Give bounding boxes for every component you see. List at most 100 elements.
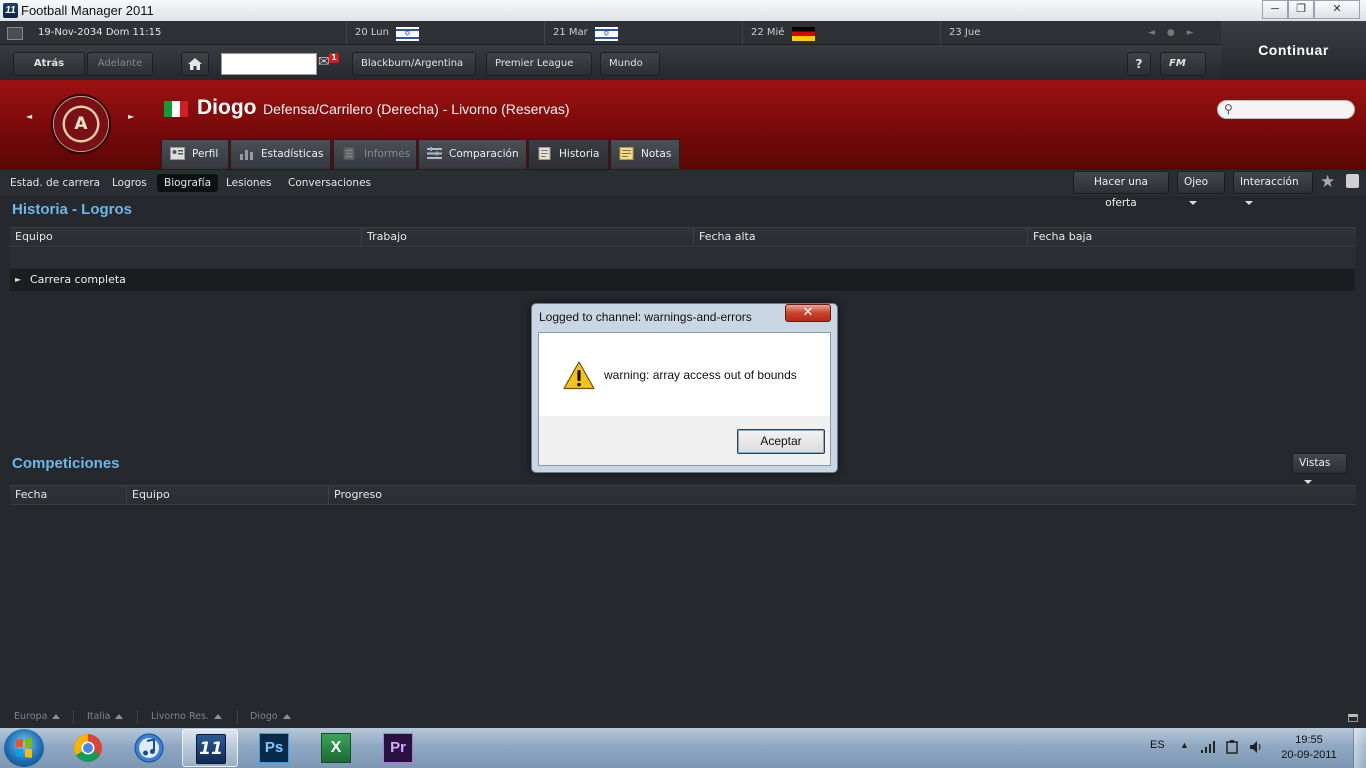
column-header[interactable]: Fecha (10, 486, 47, 505)
tab-label: Perfil (192, 148, 219, 160)
tab-label: Comparación (449, 148, 519, 160)
compare-icon (427, 147, 442, 159)
expand-triangle-icon[interactable]: ► (15, 269, 21, 291)
photoshop-icon: Ps (259, 733, 289, 763)
inbox-count-badge: 1 (329, 53, 339, 63)
date-day-1[interactable]: 20 Lun (346, 21, 544, 45)
breadcrumb-europe[interactable]: Europa (14, 711, 61, 722)
network-icon[interactable] (1200, 740, 1216, 754)
column-header[interactable]: Equipo (10, 228, 53, 247)
taskbar-premiere[interactable]: Pr (370, 729, 426, 767)
taskbar-excel[interactable]: X (308, 729, 364, 767)
window-mode-icon[interactable] (1348, 714, 1358, 722)
taskbar-chrome[interactable] (60, 729, 116, 767)
column-header[interactable]: Fecha baja (1027, 228, 1092, 247)
scout-menu[interactable]: Ojeo (1177, 171, 1225, 205)
dialog-ok-button[interactable]: Aceptar (737, 429, 825, 454)
date-day-label: 20 Lun (355, 27, 389, 38)
quick-search-input[interactable] (221, 53, 317, 75)
views-menu[interactable]: Vistas (1292, 453, 1347, 484)
subnav-career-stats[interactable]: Estad. de carrera (3, 174, 107, 192)
home-button[interactable] (181, 52, 209, 76)
window-titlebar: 11 Football Manager 2011 ─ ❐ ✕ (0, 0, 1366, 21)
league-menu[interactable]: Premier League (486, 52, 592, 87)
maximize-button[interactable]: ❐ (1288, 0, 1314, 19)
israel-flag-icon: ✡ (595, 27, 618, 41)
volume-icon[interactable] (1248, 739, 1264, 755)
show-desktop-button[interactable] (1353, 728, 1366, 768)
dialog-close-button[interactable]: ✕ (785, 304, 831, 322)
club-crest[interactable]: A (51, 94, 111, 154)
tab-notas[interactable]: Notas (610, 139, 680, 169)
tab-estadisticas[interactable]: Estadísticas (230, 139, 331, 169)
start-button[interactable] (4, 729, 44, 767)
world-menu-label: Mundo (609, 58, 643, 69)
next-player-icon[interactable]: ► (128, 112, 134, 121)
career-group-label: Carrera completa (30, 273, 126, 286)
tab-informes[interactable]: Informes (333, 139, 417, 169)
app-icon: 11 (3, 3, 18, 18)
interaction-menu-label: Interacción (1240, 176, 1299, 188)
continue-button[interactable]: Continuar (1221, 21, 1366, 80)
stats-icon (240, 150, 253, 160)
window-title: Football Manager 2011 (21, 3, 154, 18)
excel-icon: X (321, 733, 351, 763)
column-header[interactable]: Equipo (126, 486, 170, 505)
calendar-icon[interactable] (7, 27, 23, 40)
forward-button[interactable]: Adelante (87, 52, 153, 76)
taskbar-football-manager[interactable]: 11 (182, 729, 238, 767)
date-day-3[interactable]: 22 Mié (742, 21, 940, 45)
star-icon[interactable]: ★ (1320, 172, 1335, 192)
date-day-2[interactable]: 21 Mar (544, 21, 742, 45)
warning-icon (563, 361, 595, 390)
tab-label: Estadísticas (261, 148, 324, 160)
club-menu[interactable]: Blackburn/Argentina (352, 52, 476, 87)
tab-comparacion[interactable]: Comparación (418, 139, 527, 169)
fm-app-icon: 11 (196, 734, 226, 764)
taskbar-clock[interactable]: 19:55 20-09-2011 (1278, 733, 1340, 763)
language-indicator[interactable]: ES (1150, 739, 1165, 751)
make-offer-button[interactable]: Hacer una oferta (1073, 171, 1169, 209)
fm-menu-label: FM (1169, 58, 1186, 69)
taskbar-itunes[interactable] (121, 729, 177, 767)
power-icon[interactable] (1224, 739, 1240, 755)
clock-time: 19:55 (1295, 734, 1323, 746)
tab-historia[interactable]: Historia (528, 139, 609, 169)
clock-date: 20-09-2011 (1281, 749, 1337, 761)
search-icon: ⚲ (1224, 102, 1233, 116)
minimize-button[interactable]: ─ (1262, 0, 1288, 19)
world-menu[interactable]: Mundo (600, 52, 660, 87)
previous-player-icon[interactable]: ◄ (26, 112, 32, 121)
date-day-4[interactable]: 23 Jue (940, 21, 1140, 45)
subnav-injuries[interactable]: Lesiones (219, 174, 279, 192)
subnav-biography[interactable]: Biografía (157, 174, 219, 192)
player-search-input[interactable]: ⚲ (1217, 100, 1355, 119)
show-hidden-icons-icon[interactable]: ▲ (1180, 740, 1189, 750)
history-section-title: Historia - Logros (12, 201, 133, 218)
back-button[interactable]: Atrás (13, 52, 85, 76)
help-button[interactable]: ? (1127, 52, 1151, 76)
breadcrumb-italy[interactable]: Italia (87, 711, 124, 722)
competitions-table-header: Fecha Equipo Progreso (10, 485, 1356, 505)
interaction-menu[interactable]: Interacción (1233, 171, 1313, 205)
windows-logo-icon (16, 738, 32, 758)
history-icon (538, 147, 551, 160)
current-date: 19-Nov-2034 Dom 11:15 (38, 27, 162, 38)
breadcrumb-livorno[interactable]: Livorno Res. (151, 711, 222, 722)
date-scroll-arrows[interactable]: ◄●► (1148, 21, 1206, 45)
date-day-label: 22 Mié (751, 27, 785, 38)
tab-perfil[interactable]: Perfil (161, 139, 229, 169)
taskbar-photoshop[interactable]: Ps (246, 729, 302, 767)
subnav-conversations[interactable]: Conversaciones (281, 174, 378, 192)
fm-menu[interactable]: FM (1160, 52, 1206, 87)
career-group-row[interactable]: ► Carrera completa (10, 269, 1355, 291)
notebook-icon[interactable] (1346, 174, 1359, 188)
breadcrumb-player[interactable]: Diogo (250, 711, 291, 722)
subnav-achievements[interactable]: Logros (105, 174, 154, 192)
column-header[interactable]: Fecha alta (693, 228, 756, 247)
close-window-button[interactable]: ✕ (1314, 0, 1360, 19)
chrome-icon (74, 734, 102, 762)
column-header[interactable]: Progreso (328, 486, 382, 505)
profile-icon (170, 147, 185, 160)
column-header[interactable]: Trabajo (361, 228, 407, 247)
